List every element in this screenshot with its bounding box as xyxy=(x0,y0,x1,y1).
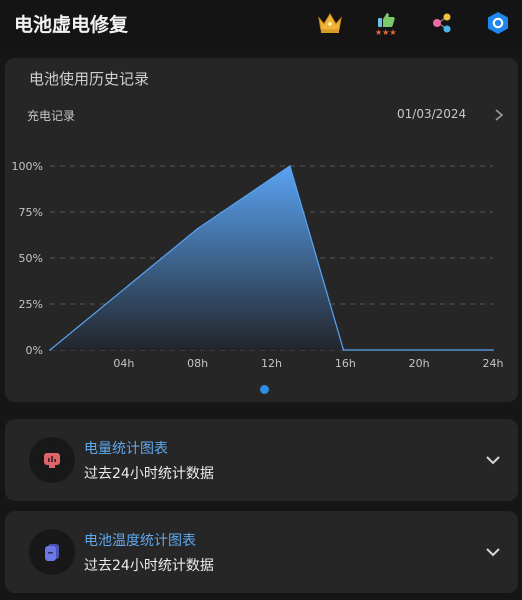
data-point xyxy=(492,349,494,351)
battery-stat-icon xyxy=(29,437,75,483)
temperature-stats-title: 电池温度统计图表 xyxy=(84,533,196,549)
data-point xyxy=(49,349,51,351)
charge-history-chart: 0% 25% 50% 75% 100% 04h 08h 12h 16h 20h 24h xyxy=(12,160,504,370)
y-tick-label: 50% xyxy=(19,252,43,265)
x-tick-label: 12h xyxy=(261,357,282,370)
x-tick-label: 08h xyxy=(187,357,208,370)
chevron-down-icon[interactable] xyxy=(484,543,502,561)
y-tick-label: 0% xyxy=(26,344,43,357)
y-tick-label: 100% xyxy=(12,160,43,173)
settings-hexagon-icon[interactable] xyxy=(484,9,512,37)
app-bar: 电池虚电修复 ★★★ xyxy=(0,0,522,48)
battery-stats-title: 电量统计图表 xyxy=(84,441,168,457)
share-icon[interactable] xyxy=(428,9,456,37)
x-tick-label: 24h xyxy=(483,357,504,370)
battery-history-card: 电池使用历史记录 充电记录 01/03/2024 0% 25% 50% 75% 100%… xyxy=(5,58,518,402)
chevron-down-icon[interactable] xyxy=(484,451,502,469)
crown-icon[interactable] xyxy=(316,9,344,37)
x-tick-label: 16h xyxy=(335,357,356,370)
page-indicator-dot xyxy=(260,385,269,394)
svg-text:★★★: ★★★ xyxy=(375,28,397,37)
y-tick-label: 25% xyxy=(19,298,43,311)
battery-stats-subtitle: 过去24小时统计数据 xyxy=(84,466,214,482)
app-title: 电池虚电修复 xyxy=(14,14,129,36)
x-tick-label: 20h xyxy=(409,357,430,370)
data-point xyxy=(289,165,291,167)
temperature-stats-subtitle: 过去24小时统计数据 xyxy=(84,558,214,574)
x-tick-label: 04h xyxy=(113,357,134,370)
data-point xyxy=(342,349,345,351)
charge-area xyxy=(50,166,493,350)
battery-stats-card[interactable]: 电量统计图表 过去24小时统计数据 xyxy=(5,419,518,501)
data-point xyxy=(196,227,199,230)
thumbs-up-rating-icon[interactable]: ★★★ xyxy=(372,9,400,37)
temperature-stats-card[interactable]: 电池温度统计图表 过去24小时统计数据 xyxy=(5,511,518,593)
y-tick-label: 75% xyxy=(19,206,43,219)
temperature-stat-icon xyxy=(29,529,75,575)
